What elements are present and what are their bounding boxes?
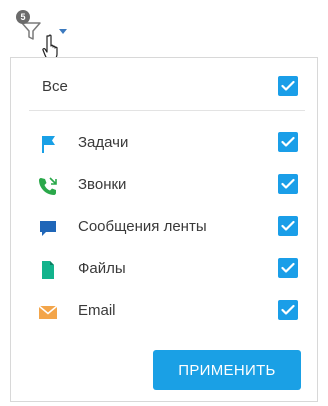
chat-icon — [40, 221, 56, 236]
option-files[interactable]: Файлы — [11, 256, 317, 282]
divider — [29, 110, 305, 111]
option-email[interactable]: Email — [11, 298, 317, 324]
option-all[interactable]: Все — [11, 74, 317, 100]
option-label: Сообщения ленты — [78, 218, 207, 235]
file-icon — [42, 261, 54, 279]
option-label: Файлы — [78, 260, 126, 277]
option-feed-messages[interactable]: Сообщения ленты — [11, 214, 317, 240]
option-all-label: Все — [42, 78, 68, 95]
option-calls[interactable]: Звонки — [11, 172, 317, 198]
count-badge: 5 — [16, 10, 30, 24]
checkbox-files[interactable] — [278, 258, 298, 278]
filter-dropdown: Все Задачи Звонки Сообщения ленты Файлы … — [10, 57, 318, 402]
flag-icon — [42, 136, 55, 153]
phone-icon — [39, 177, 57, 195]
checkbox-all[interactable] — [278, 76, 298, 96]
apply-button[interactable]: ПРИМЕНИТЬ — [153, 350, 301, 390]
option-label: Задачи — [78, 134, 129, 151]
checkbox-email[interactable] — [278, 300, 298, 320]
checkbox-feed-messages[interactable] — [278, 216, 298, 236]
option-label: Email — [78, 302, 116, 319]
filter-trigger[interactable]: 5 — [14, 8, 74, 61]
option-label: Звонки — [78, 176, 127, 193]
checkbox-tasks[interactable] — [278, 132, 298, 152]
option-tasks[interactable]: Задачи — [11, 130, 317, 156]
envelope-icon — [38, 305, 58, 319]
checkbox-calls[interactable] — [278, 174, 298, 194]
